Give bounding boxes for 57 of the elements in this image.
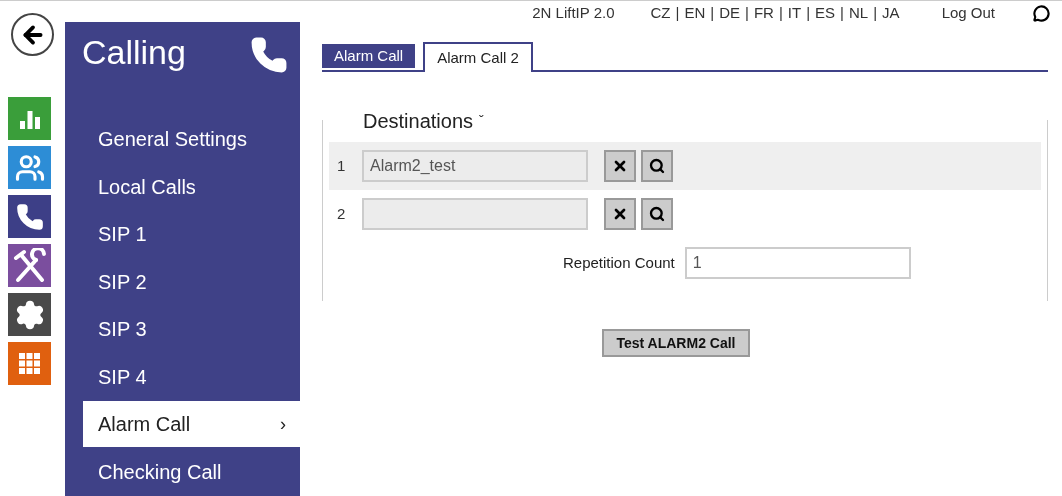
search-button[interactable] — [641, 150, 673, 182]
people-icon — [14, 152, 45, 183]
language-link[interactable]: NL — [849, 1, 869, 25]
separator: | — [675, 2, 680, 23]
app-tile[interactable] — [8, 244, 51, 287]
test-call-button[interactable]: Test ALARM2 Call — [602, 329, 750, 357]
destination-field[interactable] — [362, 198, 588, 230]
language-link[interactable]: DE — [719, 1, 741, 25]
sidebar-item[interactable]: SIP 4 — [83, 353, 300, 400]
tab[interactable]: Alarm Call — [322, 44, 416, 68]
repetition-field[interactable]: 1 — [684, 247, 911, 279]
separator: | — [745, 2, 749, 23]
language-link[interactable]: FR — [753, 1, 774, 25]
chat-icon[interactable] — [1033, 4, 1050, 22]
destination-field[interactable]: Alarm2_test — [362, 150, 588, 182]
grid-icon — [18, 352, 41, 375]
row-number: 1 — [337, 155, 347, 176]
app-tile[interactable] — [8, 146, 51, 189]
separator: | — [778, 2, 783, 23]
logout-link[interactable]: Log Out — [941, 1, 995, 25]
clear-button[interactable] — [604, 198, 636, 230]
chevron-icon: › — [280, 410, 286, 438]
back-button[interactable] — [11, 13, 54, 56]
app-tile[interactable] — [8, 97, 51, 140]
separator: | — [840, 2, 844, 23]
language-link[interactable]: ES — [815, 1, 836, 25]
clear-button[interactable] — [604, 150, 636, 182]
language-link[interactable]: IT — [787, 1, 802, 25]
sidebar-item[interactable]: SIP 2 — [83, 258, 300, 305]
app-tile[interactable] — [8, 293, 51, 336]
search-icon — [649, 206, 665, 222]
app-tile[interactable] — [8, 342, 51, 385]
repetition-label: Repetition Count — [563, 252, 675, 273]
phone-icon — [15, 202, 44, 231]
hammer-wrench-icon — [11, 247, 48, 284]
device-name: 2N LiftIP 2.0 — [532, 2, 615, 23]
language-link[interactable]: EN — [684, 1, 706, 25]
sidebar-item[interactable]: Checking Call — [83, 448, 300, 495]
sidebar-item[interactable]: SIP 1 — [83, 211, 300, 257]
language-link[interactable]: CZ — [650, 1, 671, 25]
separator: | — [806, 2, 811, 23]
separator: | — [873, 2, 878, 23]
search-button[interactable] — [641, 198, 673, 230]
row-number: 2 — [337, 203, 347, 224]
close-icon — [612, 206, 628, 222]
sidebar-item[interactable]: Alarm Call › — [83, 401, 300, 447]
sidebar-item[interactable]: Local Calls — [83, 163, 300, 210]
tab[interactable]: Alarm Call 2 — [423, 42, 533, 72]
sidebar-title: Calling — [82, 32, 186, 73]
sidebar-item[interactable]: General Settings — [83, 116, 300, 162]
sidebar-item[interactable]: SIP 3 — [83, 306, 300, 352]
language-link[interactable]: JA — [882, 1, 900, 25]
separator: | — [710, 2, 715, 23]
phone-icon — [250, 36, 288, 74]
app-tile[interactable] — [8, 195, 51, 238]
close-icon — [612, 158, 628, 174]
search-icon — [649, 158, 665, 174]
